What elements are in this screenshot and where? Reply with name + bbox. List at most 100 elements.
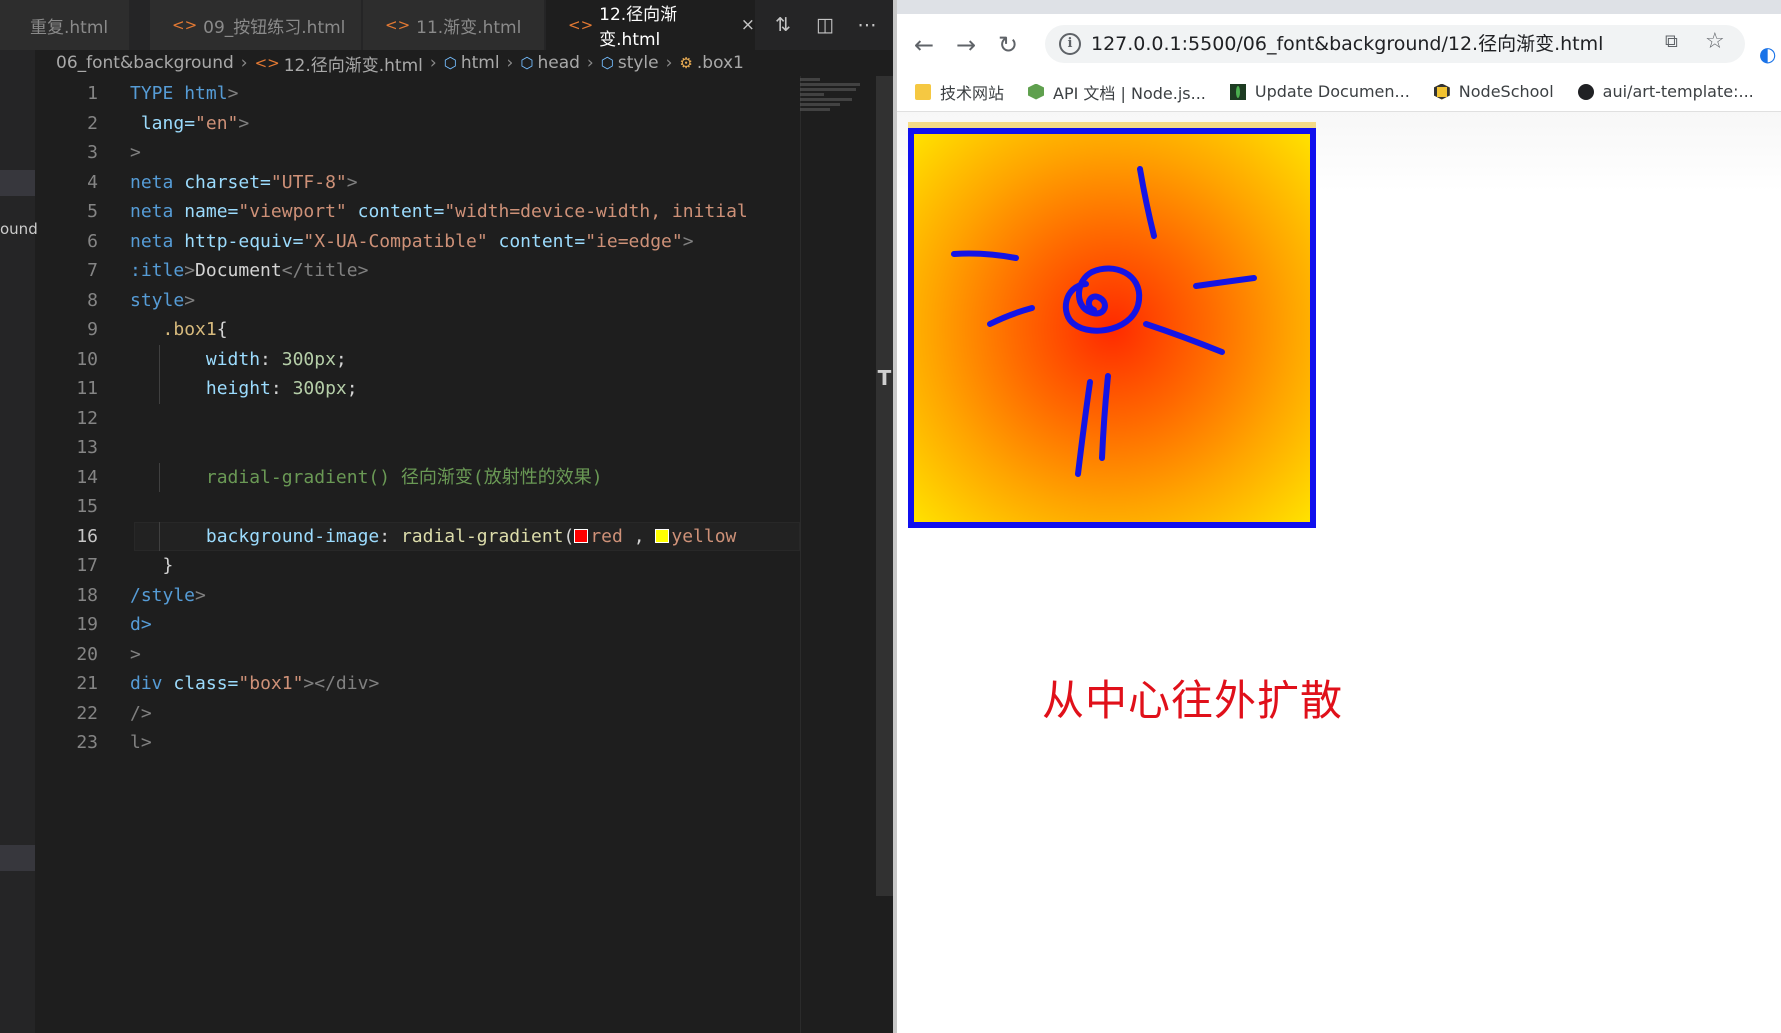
code-line[interactable]: /style>: [130, 581, 800, 611]
code-line[interactable]: l>: [130, 728, 800, 758]
line-number-current: 16: [76, 525, 98, 547]
color-swatch-yellow[interactable]: [655, 528, 670, 543]
code-line[interactable]: [130, 404, 800, 434]
breadcrumb: 06_font&background › <> 12.径向渐变.html › ⬡ h…: [0, 50, 893, 76]
more-actions-icon[interactable]: ⋯: [854, 12, 880, 38]
bookmark-nodejs-api[interactable]: API 文档 | Node.js...: [1028, 80, 1206, 104]
code-line[interactable]: neta name="viewport" content="width=devi…: [130, 197, 800, 227]
html-file-icon: <>: [385, 16, 411, 34]
page-viewport: 从中心往外扩散: [897, 112, 1781, 1033]
line-number: 18: [76, 584, 98, 606]
info-icon[interactable]: i: [1059, 33, 1081, 55]
code-line[interactable]: lang="en">: [130, 109, 800, 139]
chevron-right-icon: ›: [665, 53, 673, 73]
code-token: l>: [130, 732, 152, 753]
explorer-item-label[interactable]: ound: [0, 220, 38, 238]
line-number: 21: [76, 673, 98, 694]
minimap[interactable]: [800, 76, 876, 1033]
bookmark-label: NodeSchool: [1458, 82, 1554, 101]
code-line[interactable]: [130, 492, 800, 522]
bookmark-star-icon[interactable]: ☆: [1705, 29, 1725, 54]
close-icon[interactable]: ×: [741, 15, 755, 35]
code-token: d>: [130, 614, 152, 635]
bookmark-update-document[interactable]: Update Documen...: [1229, 82, 1410, 101]
chevron-right-icon: ›: [240, 53, 248, 73]
forward-arrow-icon[interactable]: →: [951, 30, 981, 60]
code-line[interactable]: TYPE html>: [130, 79, 800, 109]
code-token: TYPE: [130, 83, 174, 104]
breadcrumb-item-folder[interactable]: 06_font&background: [56, 53, 234, 73]
color-swatch-red[interactable]: [574, 528, 589, 543]
code-token: name=: [184, 201, 239, 222]
code-line[interactable]: }: [130, 551, 800, 581]
extension-icon[interactable]: ◐: [1759, 42, 1776, 66]
code-token: class=: [173, 673, 239, 694]
code-line[interactable]: height: 300px;: [130, 374, 800, 404]
code-line[interactable]: radial-gradient() 径向渐变(放射性的效果): [130, 462, 800, 492]
code-line[interactable]: width: 300px;: [130, 344, 800, 374]
code-token: >: [130, 643, 141, 665]
code-line[interactable]: >: [130, 138, 800, 168]
breadcrumb-label: 12.径向渐变.html: [283, 55, 423, 76]
translate-icon[interactable]: ⧉: [1665, 31, 1678, 52]
split-editor-icon[interactable]: ◫: [812, 12, 838, 38]
url-text[interactable]: 127.0.0.1:5500/06_font&background/12.径向渐…: [1091, 25, 1603, 63]
reload-icon[interactable]: ↻: [993, 30, 1023, 60]
html-file-icon: <>: [254, 54, 280, 72]
chevron-right-icon: ›: [429, 53, 437, 73]
code-token: width: [205, 348, 261, 370]
line-number: 11: [76, 378, 98, 399]
code-line[interactable]: />: [130, 699, 800, 729]
code-line[interactable]: div class="box1"></div>: [130, 669, 800, 699]
cube-icon: ⬡: [443, 54, 457, 72]
code-line-current[interactable]: background-image: radial-gradient(red , …: [130, 521, 800, 551]
bookmark-label: aui/art-template:...: [1602, 82, 1754, 101]
code-token: >: [195, 584, 206, 606]
address-bar[interactable]: i 127.0.0.1:5500/06_font&background/12.径…: [1045, 25, 1745, 63]
cube-icon: ⬡: [520, 54, 534, 72]
tab-radial-gradient[interactable]: <> 12.径向渐变.html ×: [546, 0, 756, 50]
tab-label: 09_按钮练习.html: [203, 17, 346, 38]
line-number: 7: [87, 260, 98, 281]
browser-tab-strip: [897, 0, 1781, 14]
line-number: 13: [76, 437, 98, 458]
code-line[interactable]: neta charset="UTF-8">: [130, 168, 800, 198]
code-text-area[interactable]: TYPE html> lang="en"> > neta charset="UT…: [130, 79, 800, 758]
code-line[interactable]: d>: [130, 610, 800, 640]
breadcrumb-item-file[interactable]: <> 12.径向渐变.html: [255, 51, 423, 76]
tab-repeat-html[interactable]: 重复.html: [0, 0, 130, 50]
vertical-scrollbar[interactable]: [876, 76, 893, 896]
code-line[interactable]: .box1{: [130, 315, 800, 345]
line-number: 10: [76, 348, 98, 370]
minimap-content: [800, 76, 872, 136]
code-line[interactable]: >: [130, 640, 800, 670]
breadcrumb-item-style[interactable]: ⬡ style: [601, 53, 659, 73]
line-number: 23: [76, 732, 98, 753]
breadcrumb-item-head[interactable]: ⬡ head: [520, 53, 580, 73]
bookmark-nodeschool[interactable]: NodeSchool: [1433, 82, 1554, 101]
tab-gradient[interactable]: <> 11.渐变.html: [363, 0, 545, 50]
code-token: height: [205, 378, 271, 399]
breadcrumb-item-html[interactable]: ⬡ html: [444, 53, 500, 73]
bookmarks-bar: 技术网站 API 文档 | Node.js... Update Documen.…: [897, 72, 1781, 112]
bookmark-tech-sites[interactable]: 技术网站: [915, 80, 1004, 104]
tab-button-practice[interactable]: <> 09_按钮练习.html: [150, 0, 362, 50]
breadcrumb-item-box1[interactable]: ⚙ .box1: [679, 53, 743, 73]
code-token: ;: [346, 378, 358, 399]
back-arrow-icon[interactable]: ←: [909, 30, 939, 60]
cube-icon: ⬡: [600, 54, 614, 72]
code-token: "viewport": [238, 201, 347, 222]
code-line[interactable]: :itle>Document</title>: [130, 256, 800, 286]
code-line[interactable]: style>: [130, 286, 800, 316]
git-compare-icon[interactable]: ⇅: [770, 12, 796, 38]
code-token: "X-UA-Compatible": [303, 230, 488, 252]
line-number: 2: [87, 112, 98, 134]
code-token: :: [379, 525, 401, 547]
code-token: content=: [498, 230, 586, 252]
code-token: radial-gradient: [400, 525, 564, 547]
code-line[interactable]: [130, 433, 800, 463]
bookmark-art-template[interactable]: aui/art-template:...: [1577, 82, 1754, 101]
bookmark-label: API 文档 | Node.js...: [1053, 83, 1206, 103]
code-line[interactable]: neta http-equiv="X-UA-Compatible" conten…: [130, 227, 800, 257]
code-token: >: [184, 260, 196, 281]
